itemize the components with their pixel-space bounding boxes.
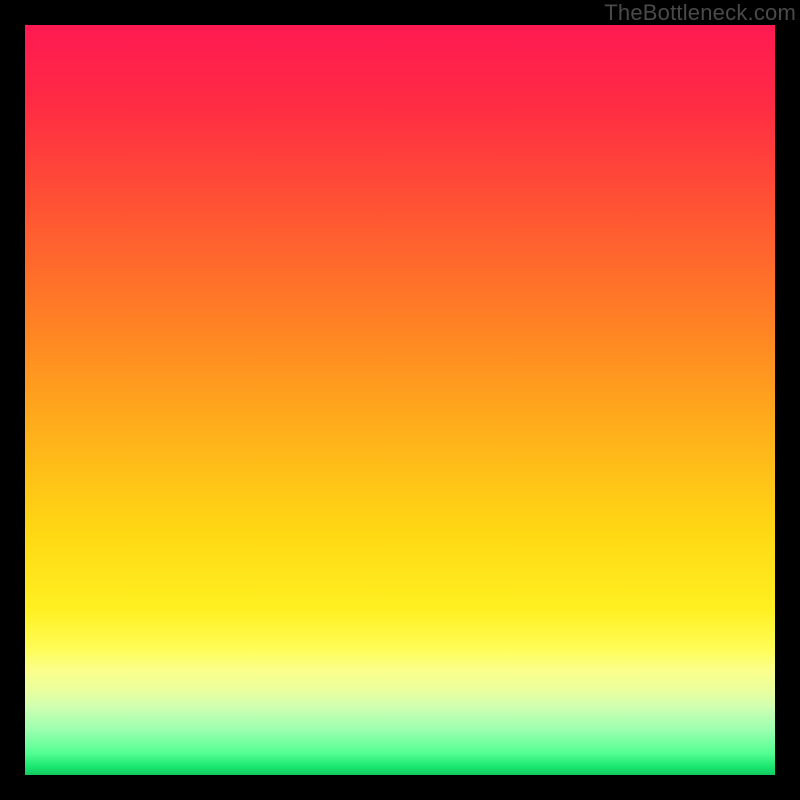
outer-frame: TheBottleneck.com — [0, 0, 800, 800]
plot-area — [25, 25, 775, 775]
watermark-text: TheBottleneck.com — [604, 0, 796, 26]
gradient-background — [25, 25, 775, 775]
